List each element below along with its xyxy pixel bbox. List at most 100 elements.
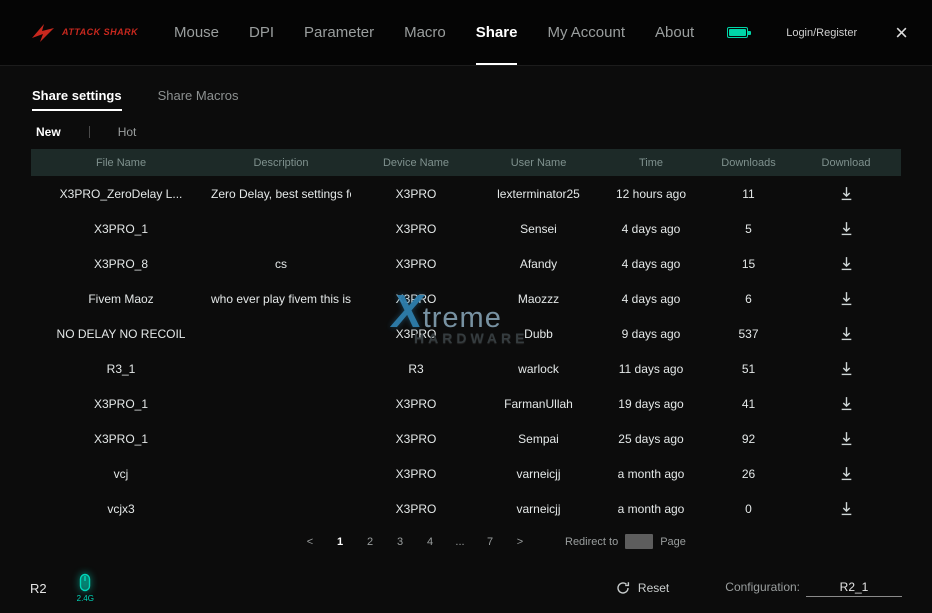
page-button-3[interactable]: 3 [389, 536, 411, 548]
cell-file-name: R3_1 [31, 362, 211, 376]
download-button[interactable] [791, 186, 901, 201]
cell-time: a month ago [596, 502, 706, 516]
share-tabs: Share settings Share Macros [32, 88, 932, 111]
cell-file-name: X3PRO_1 [31, 222, 211, 236]
pagination-next-button[interactable]: > [509, 536, 531, 548]
login-register-link[interactable]: Login/Register [786, 27, 857, 39]
cell-device-name: X3PRO [351, 187, 481, 201]
cell-downloads: 537 [706, 327, 791, 341]
table-row: Fivem Maoz who ever play fivem this is f… [31, 281, 901, 316]
filter-new[interactable]: New [36, 125, 61, 139]
cell-description: who ever play fivem this is fo... [211, 292, 351, 306]
download-button[interactable] [791, 361, 901, 376]
configuration-label: Configuration: [725, 580, 800, 594]
main-content: Share settings Share Macros New Hot File… [0, 88, 932, 549]
table-row: NO DELAY NO RECOIL X3PRO Dubb 9 days ago… [31, 316, 901, 351]
cell-device-name: X3PRO [351, 397, 481, 411]
reset-icon [616, 581, 630, 595]
cell-file-name: vcjx3 [31, 502, 211, 516]
column-header-download: Download [791, 157, 901, 169]
cell-downloads: 41 [706, 397, 791, 411]
cell-device-name: X3PRO [351, 222, 481, 236]
download-button[interactable] [791, 326, 901, 341]
cell-downloads: 51 [706, 362, 791, 376]
battery-icon [727, 27, 748, 38]
cell-user-name: Dubb [481, 327, 596, 341]
connection-mode-label: 2.4G [77, 594, 94, 603]
download-button[interactable] [791, 431, 901, 446]
cell-user-name: Maozzz [481, 292, 596, 306]
cell-file-name: Fivem Maoz [31, 292, 211, 306]
shark-logo-icon [30, 22, 56, 44]
cell-file-name: X3PRO_1 [31, 432, 211, 446]
download-button[interactable] [791, 501, 901, 516]
download-button[interactable] [791, 221, 901, 236]
close-icon[interactable]: × [895, 22, 908, 44]
cell-time: 11 days ago [596, 362, 706, 376]
page-button-4[interactable]: 4 [419, 536, 441, 548]
table-header: File Name Description Device Name User N… [31, 149, 901, 176]
cell-device-name: R3 [351, 362, 481, 376]
download-button[interactable] [791, 396, 901, 411]
cell-user-name: Afandy [481, 257, 596, 271]
column-header-downloads: Downloads [706, 157, 791, 169]
download-icon [839, 431, 854, 446]
cell-description: Zero Delay, best settings for ... [211, 187, 351, 201]
download-button[interactable] [791, 291, 901, 306]
download-button[interactable] [791, 466, 901, 481]
column-header-user-name: User Name [481, 157, 596, 169]
cell-downloads: 26 [706, 467, 791, 481]
download-icon [839, 501, 854, 516]
cell-file-name: X3PRO_ZeroDelay L... [31, 187, 211, 201]
download-icon [839, 361, 854, 376]
download-button[interactable] [791, 256, 901, 271]
table-row: X3PRO_1 X3PRO FarmanUllah 19 days ago 41 [31, 386, 901, 421]
configuration-value[interactable]: R2_1 [806, 580, 902, 597]
tab-share-settings[interactable]: Share settings [32, 88, 122, 111]
nav-item-parameter[interactable]: Parameter [304, 0, 374, 65]
pagination-prev-button[interactable]: < [299, 536, 321, 548]
cell-user-name: varneicjj [481, 502, 596, 516]
nav-item-my-account[interactable]: My Account [547, 0, 625, 65]
sort-filters: New Hot [36, 125, 932, 139]
cell-user-name: warlock [481, 362, 596, 376]
table-row: X3PRO_ZeroDelay L... Zero Delay, best se… [31, 176, 901, 211]
page-button-1[interactable]: 1 [329, 536, 351, 548]
tab-share-macros[interactable]: Share Macros [158, 88, 239, 111]
cell-time: a month ago [596, 467, 706, 481]
redirect-page-input[interactable] [625, 534, 653, 549]
page-button-2[interactable]: 2 [359, 536, 381, 548]
nav-item-share[interactable]: Share [476, 0, 518, 65]
cell-device-name: X3PRO [351, 327, 481, 341]
cell-user-name: lexterminator25 [481, 187, 596, 201]
download-icon [839, 186, 854, 201]
cell-downloads: 6 [706, 292, 791, 306]
nav-item-mouse[interactable]: Mouse [174, 0, 219, 65]
cell-file-name: vcj [31, 467, 211, 481]
cell-downloads: 5 [706, 222, 791, 236]
cell-time: 25 days ago [596, 432, 706, 446]
table-row: X3PRO_1 X3PRO Sensei 4 days ago 5 [31, 211, 901, 246]
cell-user-name: varneicjj [481, 467, 596, 481]
filter-divider [89, 126, 90, 138]
table-row: X3PRO_1 X3PRO Sempai 25 days ago 92 [31, 421, 901, 456]
connection-status: 2.4G [77, 573, 94, 603]
table-row: vcj X3PRO varneicjj a month ago 26 [31, 456, 901, 491]
nav-item-macro[interactable]: Macro [404, 0, 446, 65]
cell-file-name: X3PRO_8 [31, 257, 211, 271]
cell-downloads: 0 [706, 502, 791, 516]
filter-hot[interactable]: Hot [118, 125, 137, 139]
page-button-7[interactable]: 7 [479, 536, 501, 548]
nav-item-about[interactable]: About [655, 0, 694, 65]
cell-file-name: NO DELAY NO RECOIL [31, 327, 211, 341]
cell-user-name: Sensei [481, 222, 596, 236]
cell-device-name: X3PRO [351, 292, 481, 306]
cell-downloads: 92 [706, 432, 791, 446]
reset-button[interactable]: Reset [616, 581, 669, 595]
cell-time: 9 days ago [596, 327, 706, 341]
nav-item-dpi[interactable]: DPI [249, 0, 274, 65]
table-row: R3_1 R3 warlock 11 days ago 51 [31, 351, 901, 386]
brand-text: ATTACK SHARK [62, 28, 138, 37]
redirect-to-label: Redirect to [565, 536, 618, 548]
page-label: Page [660, 536, 686, 548]
